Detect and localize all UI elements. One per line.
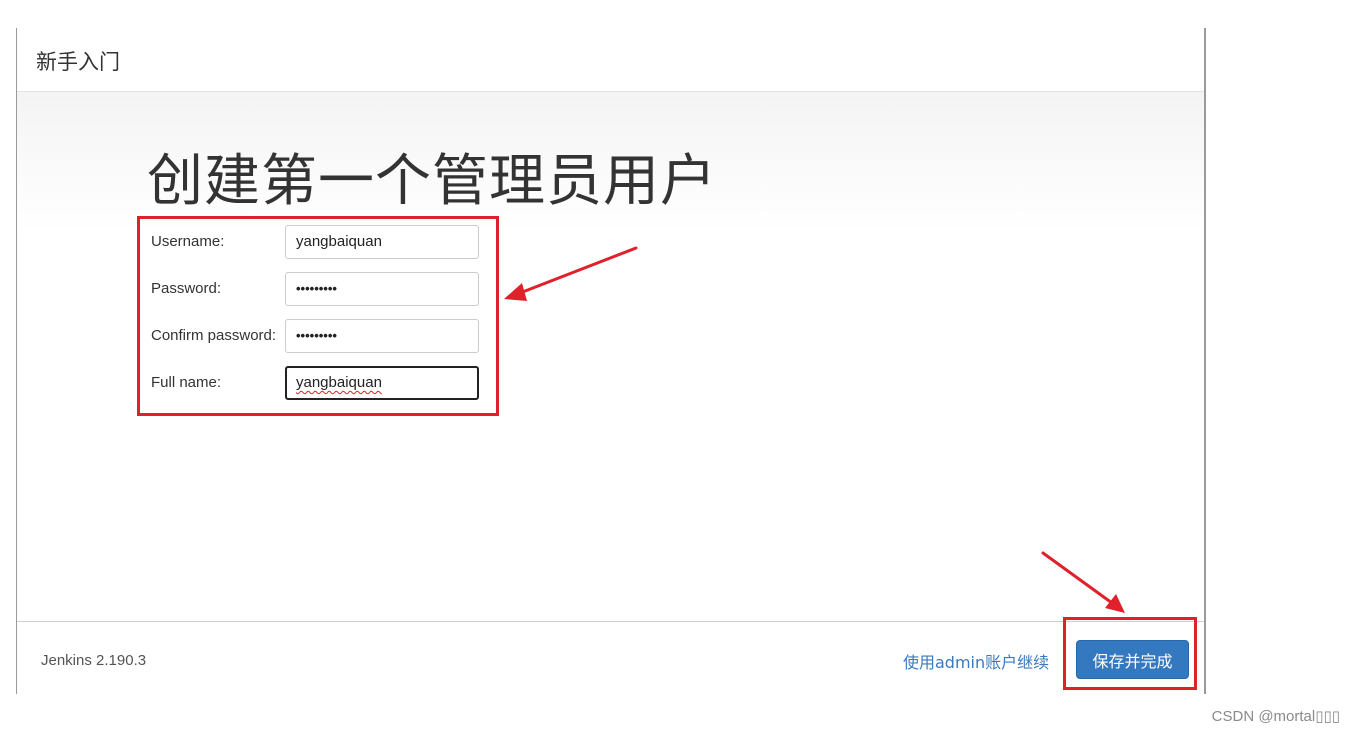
password-label: Password: (151, 280, 222, 297)
full-name-value: yangbaiquan (296, 374, 382, 391)
username-label: Username: (151, 233, 225, 250)
save-and-finish-button[interactable]: 保存并完成 (1076, 640, 1189, 679)
confirm-password-label: Confirm password: (151, 327, 277, 344)
continue-as-admin-link[interactable]: 使用admin账户继续 (903, 649, 1049, 673)
dialog-body: 创建第一个管理员用户 Username: yangbaiquan Passwor… (17, 92, 1204, 621)
page: 新手入门 创建第一个管理员用户 Username: yangbaiquan Pa… (0, 0, 1354, 733)
password-input[interactable]: ••••••••• (285, 272, 479, 306)
dialog-header: 新手入门 (17, 28, 1204, 92)
full-name-label: Full name: (151, 374, 222, 391)
confirm-password-input[interactable]: ••••••••• (285, 319, 479, 353)
jenkins-version: Jenkins 2.190.3 (41, 652, 147, 669)
csdn-watermark: CSDN @mortal▯▯▯ (1211, 708, 1340, 725)
full-name-input[interactable]: yangbaiquan (285, 366, 479, 400)
dialog-footer: Jenkins 2.190.3 使用admin账户继续 保存并完成 (17, 621, 1204, 695)
username-input[interactable]: yangbaiquan (285, 225, 479, 259)
page-heading: 创建第一个管理员用户 (147, 149, 717, 214)
setup-wizard-dialog: 新手入门 创建第一个管理员用户 Username: yangbaiquan Pa… (16, 28, 1206, 695)
dialog-title: 新手入门 (36, 50, 120, 74)
